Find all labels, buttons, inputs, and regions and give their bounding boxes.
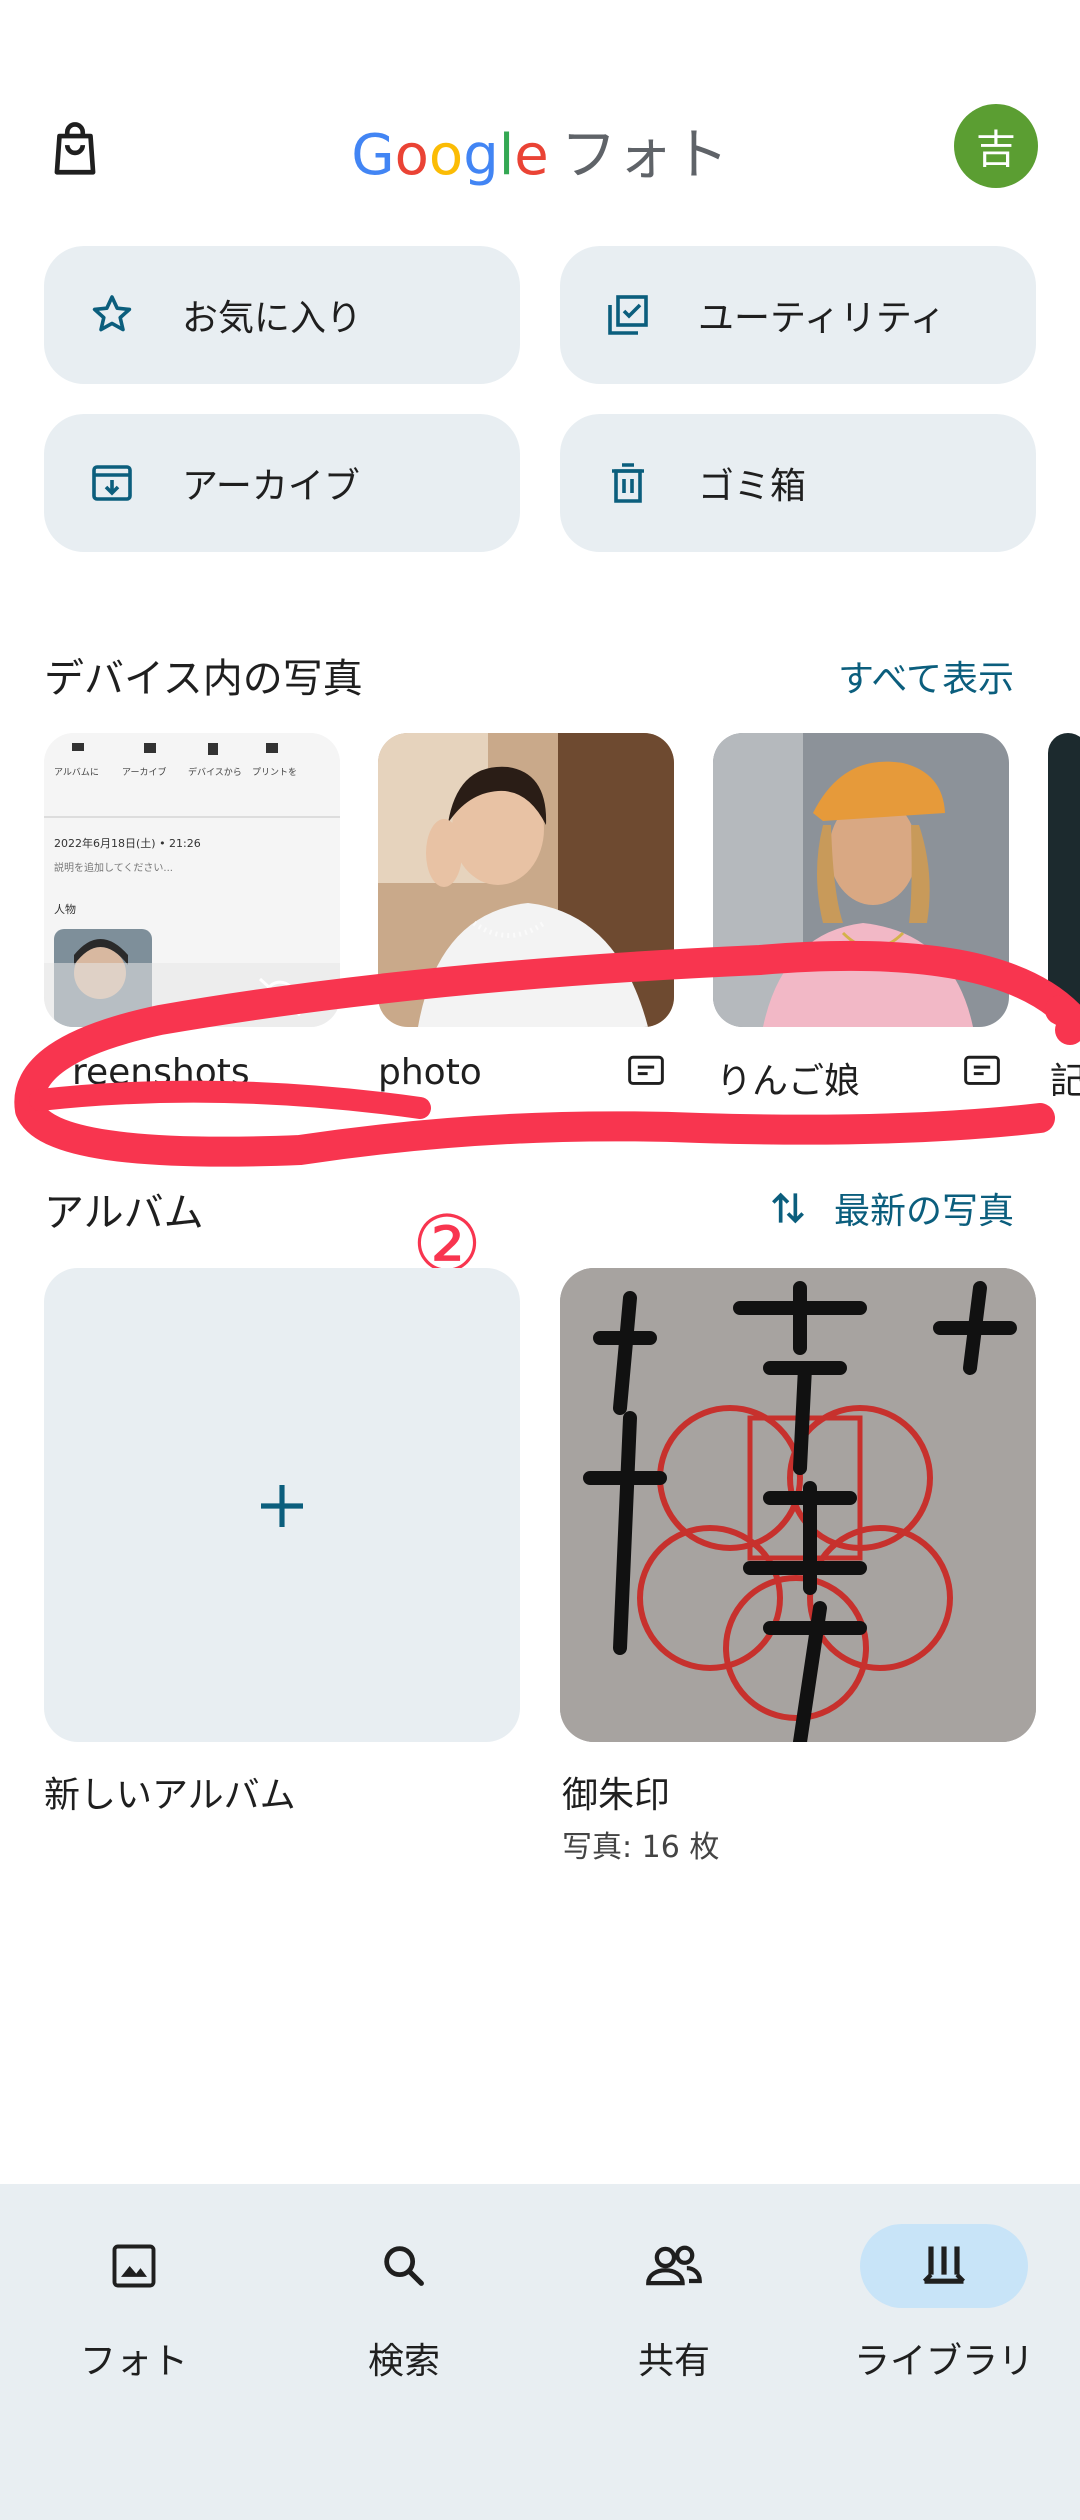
nav-label-photos: フォト [79,2341,188,2382]
utilities-label: ユーティリティ [698,298,946,339]
nav-item-photos[interactable]: フォト [4,2204,264,2404]
folder-thumbnail-photo[interactable] [378,733,674,1027]
nav-item-search[interactable]: 検索 [274,2204,534,2404]
sort-arrows-icon [772,1192,804,1224]
see-all-link[interactable]: すべて表示 [838,650,1014,702]
nav-item-sharing[interactable]: 共有 [544,2204,804,2404]
checklist-icon [608,295,648,335]
people-icon [646,2245,702,2286]
preview-action-2: アーカイブ [122,766,166,778]
sort-albums-button[interactable]: 最新の写真 [766,1182,1014,1234]
screenshot-preview: アルバムに アーカイブ デバイスから プリントを 2022年6月18日(土) •… [44,733,340,1027]
folder-label-photo: photo [378,1052,482,1093]
folder-sync-icon [628,1055,664,1085]
utilities-button[interactable]: ユーティリティ [560,246,1036,384]
preview-description: 説明を追加してください... [54,861,173,874]
archive-label: アーカイブ [182,466,360,507]
preview-action-1: アルバムに [54,767,99,778]
account-avatar[interactable]: 吉 [954,104,1038,188]
nav-label-library: ライブラリ [853,2341,1034,2382]
albums-title: アルバム [44,1190,204,1236]
logo-suffix: フォト [560,123,729,188]
goshuin-cover-image [560,1268,1036,1742]
search-icon [384,2246,424,2286]
logo-word: Google [351,123,549,188]
bottom-navigation-bar: フォト 検索 共有 ライブラリ [0,2184,1080,2520]
folder-label-partial: 記 [1050,1061,1080,1102]
preview-date: 2022年6月18日(土) • 21:26 [54,836,201,850]
google-photos-logo: Google フォト [0,110,1080,191]
favorites-button[interactable]: お気に入り [44,246,520,384]
plus-icon [261,1485,303,1527]
archive-icon [92,465,132,501]
top-app-bar: Google フォト 吉 [0,100,1080,200]
favorites-label: お気に入り [182,298,363,339]
star-icon [92,295,132,332]
preview-action-3: デバイスから [188,766,242,778]
folder-label-ringo-musume: りんご娘 [716,1061,861,1102]
new-album-card[interactable] [44,1268,520,1742]
album-name-goshuin: 御朱印 [562,1775,671,1816]
avatar-initial: 吉 [976,127,1016,173]
trash-icon [612,463,644,503]
device-photos-title: デバイス内の写真 [44,656,363,702]
library-icon [922,2246,966,2284]
album-card-goshuin[interactable] [560,1268,1036,1742]
nav-label-search: 検索 [367,2341,440,2382]
preview-people-label: 人物 [54,902,76,916]
portrait-photo-2 [713,733,1009,1027]
archive-button[interactable]: アーカイブ [44,414,520,552]
folder-thumbnail-screenshots[interactable]: アルバムに アーカイブ デバイスから プリントを 2022年6月18日(土) •… [44,733,340,1027]
nav-label-sharing: 共有 [637,2341,710,2382]
photo-icon [112,2244,156,2288]
folder-thumbnail-partial[interactable] [1048,733,1080,1027]
portrait-photo-1 [378,733,674,1027]
preview-action-4: プリントを [252,767,297,778]
trash-button[interactable]: ゴミ箱 [560,414,1036,552]
album-count-goshuin: 写真: 16 枚 [562,1830,720,1865]
folder-label-screenshots: reenshots [72,1052,250,1093]
folder-sync-icon [964,1055,1000,1085]
nav-item-library[interactable]: ライブラリ [814,2204,1074,2404]
new-album-label: 新しいアルバム [44,1775,296,1816]
folder-thumbnail-ringo-musume[interactable] [713,733,1009,1027]
trash-label: ゴミ箱 [698,466,807,507]
sort-label: 最新の写真 [833,1191,1014,1232]
